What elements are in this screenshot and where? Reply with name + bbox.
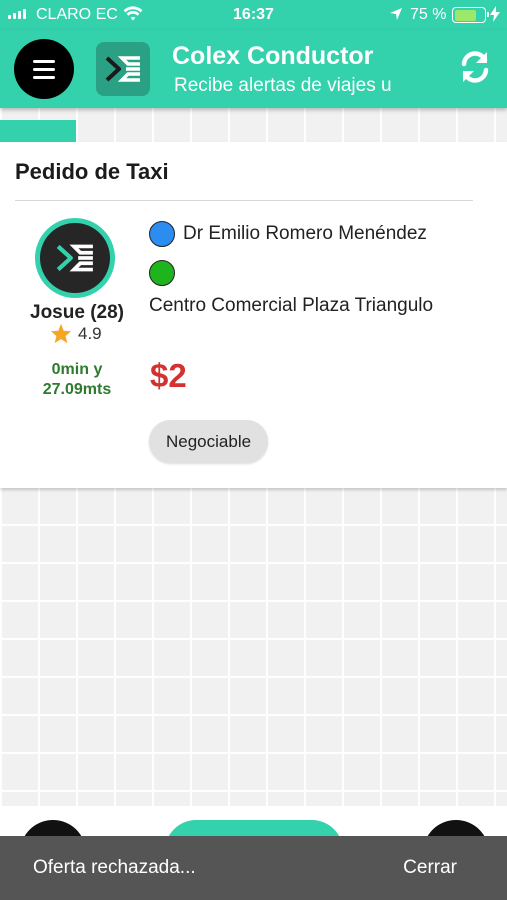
header-title: Colex Conductor [172,42,374,70]
star-icon [50,323,72,344]
passenger-name: Josue (28) [30,302,124,323]
card-title: Pedido de Taxi [15,159,169,184]
rating: 4.9 [50,323,102,344]
rating-value: 4.9 [78,323,102,343]
origin-dot-icon [149,221,175,247]
eta-distance: 0min y 27.09mts [0,360,154,400]
price: $2 [150,357,187,394]
refresh-button[interactable] [456,48,494,86]
eta-meters: 27.09mts [42,381,112,398]
destination-address: Centro Comercial Plaza Triangulo [149,295,434,316]
app-header: Colex Conductor Recibe alertas de viajes… [0,30,507,108]
snackbar: Oferta rechazada... Cerrar [0,836,507,900]
snackbar-message: Oferta rechazada... [33,857,196,878]
location-arrow-icon [389,7,403,26]
hamburger-menu-icon [33,59,55,63]
order-card[interactable]: Pedido de Taxi Josue (28) 4.9 0min y 27.… [0,142,507,488]
battery-level-fill [454,9,477,21]
battery-icon [452,7,489,23]
colex-logo-icon [105,56,140,82]
colex-logo-icon [56,244,93,272]
countdown-progress-bar [0,120,507,142]
origin-address: Dr Emilio Romero Menéndez [149,221,427,247]
menu-button[interactable] [14,39,74,99]
avatar [35,218,115,298]
status-bar: CLARO EC 16:37 75 % [0,0,507,30]
snackbar-close-button[interactable]: Cerrar [403,857,457,879]
eta-time: 0min y [51,361,103,378]
app-logo [96,42,150,96]
hamburger-line [33,67,55,71]
refresh-icon [461,51,489,83]
charging-bolt-icon [490,6,500,27]
origin-text: Dr Emilio Romero Menéndez [183,223,427,244]
hamburger-line [33,75,55,79]
divider [15,200,473,201]
negotiable-chip[interactable]: Negociable [149,420,269,463]
progress-fill [0,120,77,142]
header-subtitle: Recibe alertas de viajes u [174,75,392,96]
battery-percent: 75 % [410,6,447,23]
destination-dot-icon [149,260,175,286]
